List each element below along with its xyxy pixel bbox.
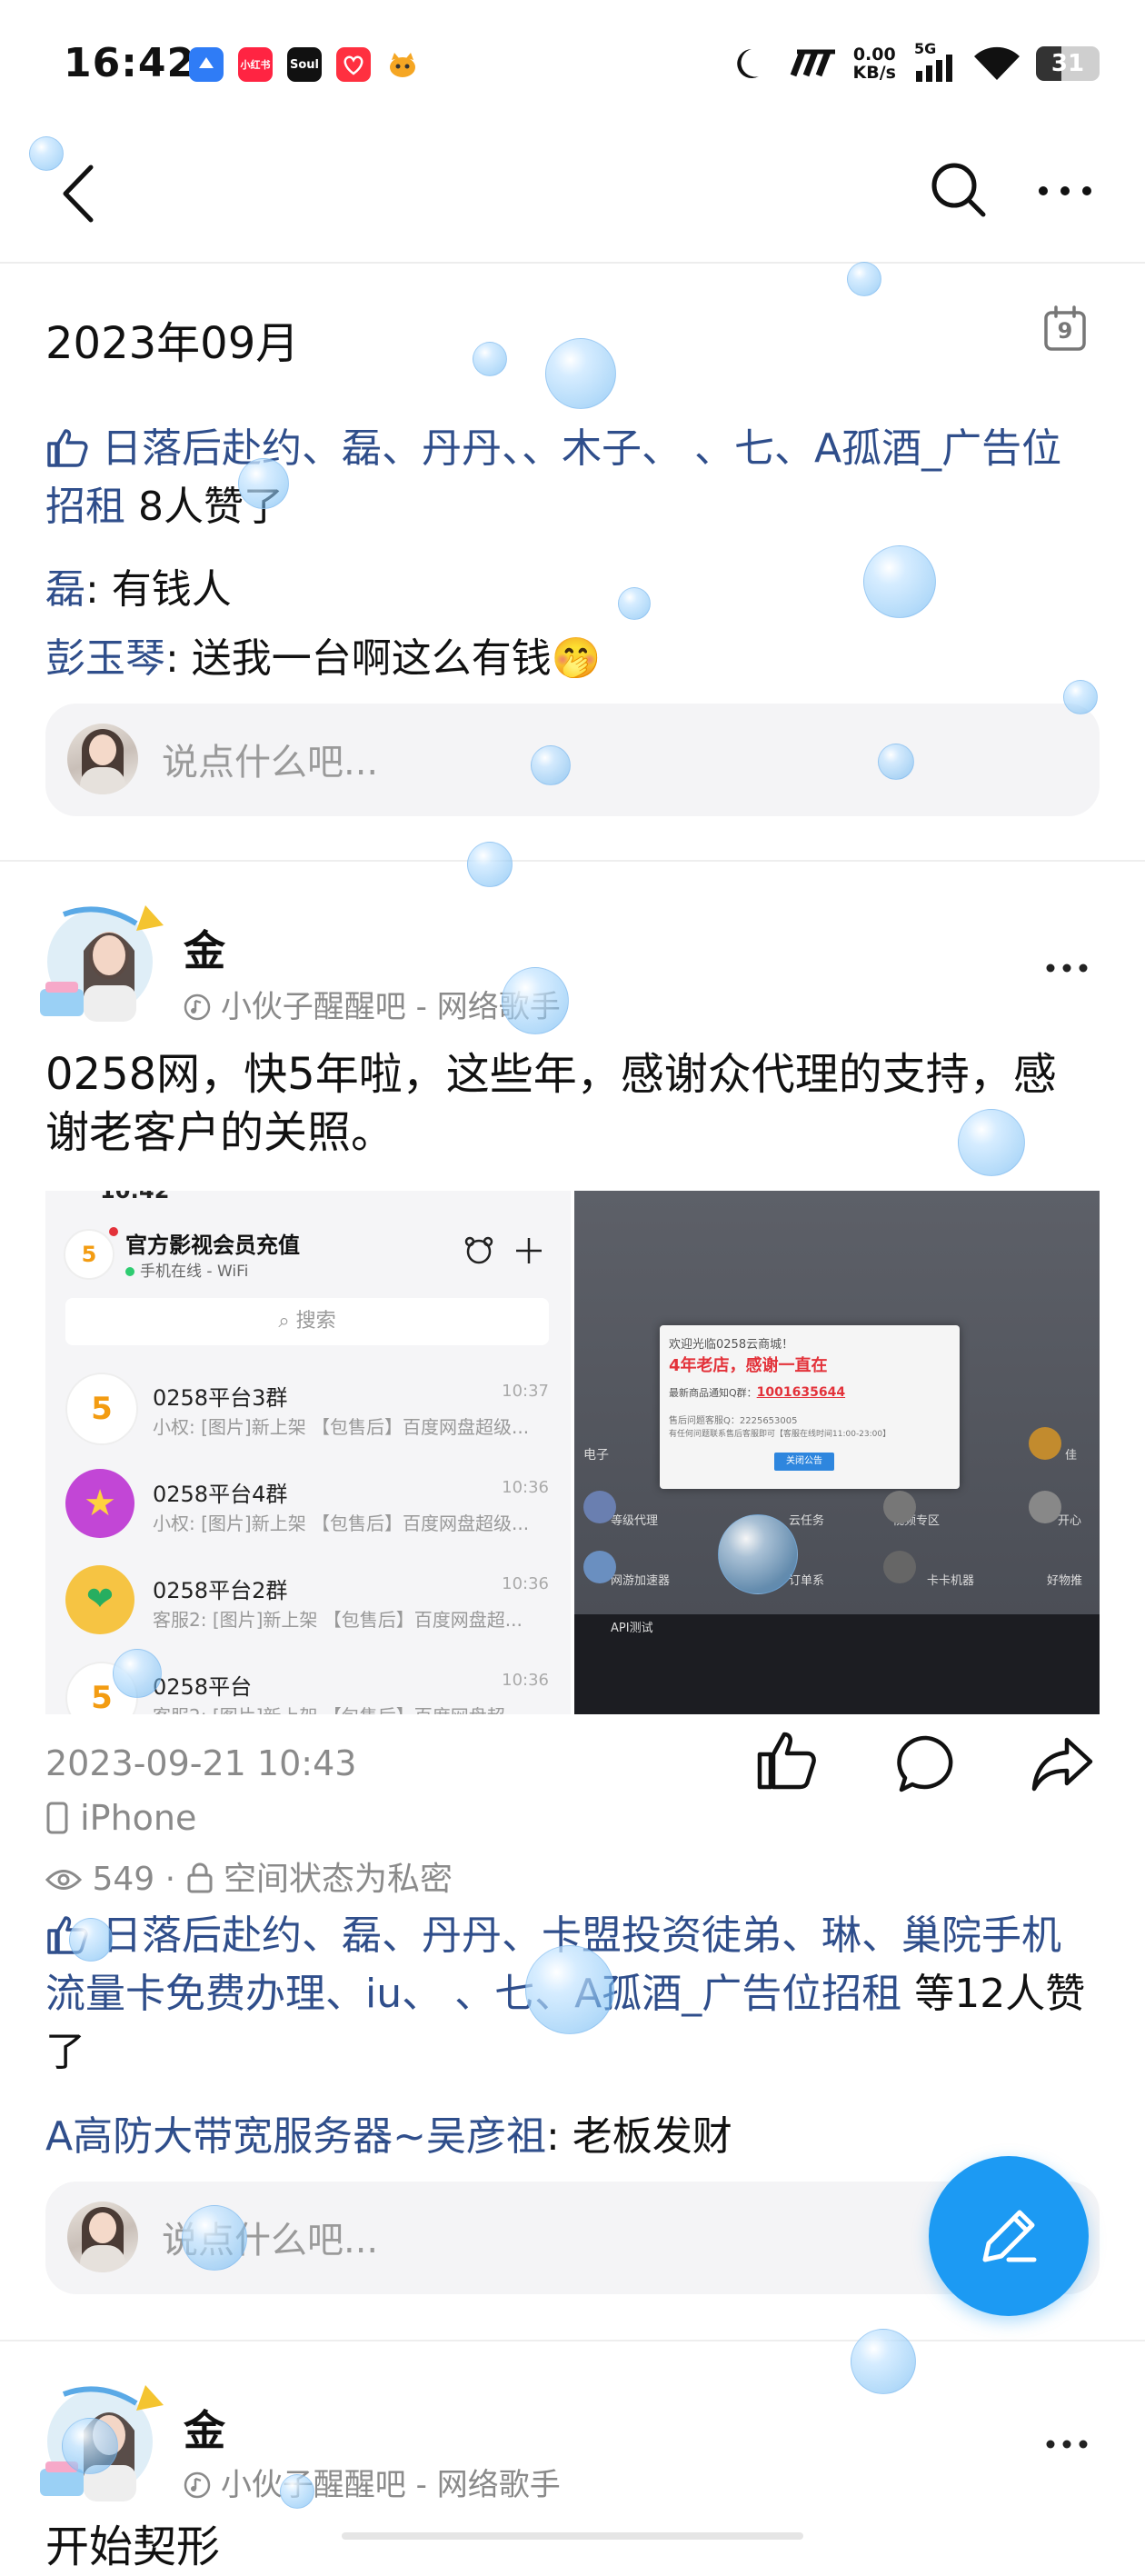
- wifi-icon: [974, 46, 1020, 80]
- avatar: [67, 2202, 138, 2272]
- decorative-bubble: [29, 136, 64, 171]
- comment-button[interactable]: [894, 1732, 958, 1796]
- battery-icon: 31: [1036, 46, 1100, 81]
- decorative-bubble: [878, 744, 914, 780]
- post-more-icon[interactable]: [1045, 962, 1089, 974]
- net-speed: 0.00 KB/s: [852, 45, 896, 83]
- decorative-bubble: [847, 262, 881, 296]
- image-status-time: 10:42: [100, 1191, 170, 1203]
- comment-row: 彭玉琴: 送我一台啊这么有钱🤭: [45, 625, 602, 684]
- section-divider: [0, 2340, 1145, 2341]
- decorative-bubble: [113, 1649, 162, 1698]
- bear-icon: [464, 1236, 493, 1264]
- section-divider: [0, 860, 1145, 862]
- comment-row: 磊: 有钱人: [45, 556, 232, 614]
- music-icon: [184, 993, 211, 1021]
- post-more-icon[interactable]: [1045, 2438, 1089, 2451]
- group-logo-icon: 5: [64, 1229, 114, 1280]
- heart-app-icon: [336, 47, 371, 82]
- music-icon: [184, 2471, 211, 2499]
- post-stats: 549 · 空间状态为私密: [45, 1852, 453, 1900]
- hd-signal-icon: [790, 49, 835, 77]
- comment-author[interactable]: 磊: [45, 566, 85, 613]
- decorative-bubble: [467, 842, 513, 887]
- author-subtitle: 小伙子醒醒吧 - 网络歌手: [184, 2460, 561, 2504]
- compose-button[interactable]: [929, 2156, 1089, 2316]
- image-search-bar: ⌕ 搜索: [65, 1298, 549, 1345]
- moon-icon: [736, 49, 759, 78]
- soul-icon: Soul: [287, 47, 322, 82]
- calendar-icon[interactable]: 9: [1043, 305, 1087, 353]
- unread-dot: [109, 1227, 118, 1236]
- image-chat-row: ★ 0258平台4群 10:36 小权: [图片]新上架 【包售后】百度网盘超级…: [45, 1454, 571, 1551]
- decorative-bubble: [502, 967, 569, 1034]
- comment-text: : 老板发财: [545, 2113, 732, 2160]
- post-image-chat-screenshot[interactable]: 10:42 5 官方影视会员充值 手机在线 - WiFi ⌕ 搜索 5 0258…: [45, 1191, 571, 1714]
- cell-signal-icon: 5G: [912, 40, 958, 84]
- comment-text: : 有钱人: [85, 566, 232, 613]
- decorative-bubble: [62, 2418, 118, 2474]
- decorative-bubble: [958, 1109, 1025, 1176]
- like-button[interactable]: [754, 1729, 818, 1792]
- avatar: [67, 724, 138, 794]
- decorative-bubble: [531, 745, 571, 785]
- lock-icon: [187, 1862, 213, 1893]
- comment-placeholder: 说点什么吧...: [162, 742, 379, 784]
- post-device: iPhone: [45, 1798, 196, 1838]
- likes-line: 日落后赴约、磊、丹丹、、木子、 、七、A孤酒_广告位招租 8人赞了: [45, 420, 1100, 536]
- nav-divider: [0, 262, 1145, 264]
- decorative-bubble: [69, 1918, 113, 1962]
- decorative-bubble: [618, 587, 651, 620]
- post-image-monitor-photo[interactable]: 欢迎光临0258云商城！ 4年老店，感谢一直在 最新商品通知Q群：1001635…: [574, 1191, 1100, 1714]
- decorative-bubble: [182, 2205, 247, 2271]
- pencil-icon: [982, 2210, 1037, 2262]
- status-right: 0.00 KB/s 5G 31: [732, 40, 1100, 84]
- author-name[interactable]: 金: [184, 2398, 225, 2458]
- comment-input[interactable]: 说点什么吧...: [45, 704, 1100, 816]
- author-avatar[interactable]: [36, 905, 182, 1023]
- decorative-bubble: [1063, 680, 1098, 714]
- comment-author[interactable]: A高防大带宽服务器~吴彦祖: [45, 2113, 546, 2160]
- post-datetime: 2023-09-21 10:43: [45, 1743, 357, 1783]
- decorative-bubble: [718, 1514, 798, 1594]
- image-chat-row: 5 0258平台3群 10:37 小权: [图片]新上架 【包售后】百度网盘超级…: [45, 1358, 571, 1454]
- image-chat-title: 官方影视会员充值: [125, 1233, 300, 1258]
- share-button[interactable]: [1030, 1732, 1094, 1796]
- search-icon[interactable]: [929, 160, 989, 220]
- comment-author[interactable]: 彭玉琴: [45, 635, 165, 682]
- image-chat-row: ❤ 0258平台2群 10:36 客服2: [图片]新上架 【包售后】百度网盘超…: [45, 1551, 571, 1647]
- image-chat-status: 手机在线 - WiFi: [125, 1258, 248, 1281]
- blue-app-icon: [189, 47, 224, 82]
- home-indicator[interactable]: [342, 2532, 803, 2540]
- post-text: 开始契形: [45, 2521, 221, 2572]
- xiaohongshu-icon: 小红书: [238, 47, 273, 82]
- cat-app-icon: [385, 47, 420, 82]
- comment-row: A高防大带宽服务器~吴彦祖: 老板发财: [45, 2103, 732, 2162]
- decorative-bubble: [851, 2329, 916, 2394]
- month-title: 2023年09月: [45, 318, 300, 369]
- post-text: 0258网，快5年啦，这些年，感谢众代理的支持，感谢老客户的关照。: [45, 1049, 1057, 1158]
- decorative-bubble: [545, 338, 616, 409]
- back-arrow-icon[interactable]: [55, 162, 100, 225]
- decorative-bubble: [863, 545, 936, 618]
- decorative-bubble: [525, 1945, 614, 2034]
- author-name[interactable]: 金: [184, 918, 225, 978]
- status-time: 16:42: [64, 40, 196, 86]
- comment-text: : 送我一台啊这么有钱🤭: [165, 635, 602, 682]
- phone-icon: [46, 1802, 68, 1834]
- more-icon[interactable]: [1036, 182, 1094, 200]
- eye-icon: [45, 1870, 83, 1890]
- decorative-bubble: [238, 458, 289, 509]
- decorative-bubble: [280, 2474, 314, 2509]
- decorative-bubble: [473, 342, 507, 376]
- add-icon: [516, 1238, 542, 1263]
- thumb-up-icon: [47, 429, 88, 467]
- notice-dialog: 欢迎光临0258云商城！ 4年老店，感谢一直在 最新商品通知Q群：1001635…: [660, 1325, 960, 1489]
